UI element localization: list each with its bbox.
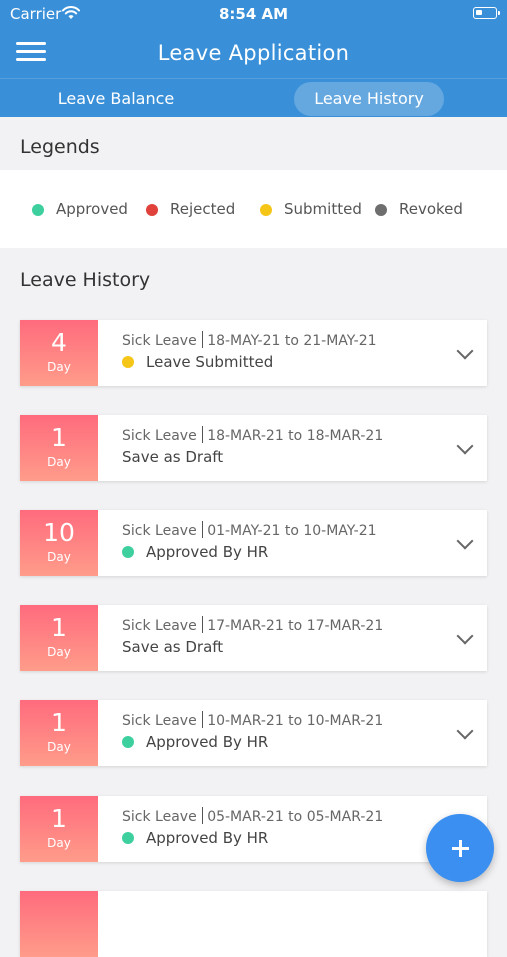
nav-bar: Leave Application	[0, 28, 507, 78]
tab-leave-history[interactable]: Leave History	[294, 82, 444, 116]
tab-bar: Leave Balance Leave History	[0, 78, 507, 117]
leave-status: Approved By HR	[122, 829, 268, 847]
days-count: 1	[51, 613, 67, 642]
tab-leave-balance[interactable]: Leave Balance	[20, 82, 212, 116]
days-unit: Day	[47, 836, 71, 850]
leave-card[interactable]: 4 Day Sick Leave 18-MAY-21 to 21-MAY-21 L…	[20, 320, 487, 386]
days-unit: Day	[47, 360, 71, 374]
leave-dates: 18-MAY-21 to 21-MAY-21	[207, 333, 377, 349]
status-dot-icon	[375, 204, 387, 216]
leave-details: Sick Leave 17-MAR-21 to 17-MAR-21	[122, 616, 383, 634]
days-count: 1	[51, 804, 67, 833]
leave-card-partial[interactable]	[20, 891, 487, 957]
leave-card[interactable]: 1 Day Sick Leave 17-MAR-21 to 17-MAR-21 S…	[20, 605, 487, 671]
leave-card[interactable]: 1 Day Sick Leave 18-MAR-21 to 18-MAR-21 S…	[20, 415, 487, 481]
days-unit: Day	[47, 550, 71, 564]
leave-history-heading: Leave History	[20, 269, 151, 291]
chevron-down-icon[interactable]	[456, 342, 474, 360]
leave-status: Approved By HR	[122, 543, 268, 561]
chevron-down-icon[interactable]	[456, 627, 474, 645]
leave-details: Sick Leave 01-MAY-21 to 10-MAY-21	[122, 521, 377, 539]
status-text: Leave Submitted	[146, 353, 274, 371]
page-title: Leave Application	[157, 41, 350, 65]
days-badge: 4 Day	[20, 320, 98, 386]
leave-card[interactable]: 1 Day Sick Leave 10-MAR-21 to 10-MAR-21 A…	[20, 700, 487, 766]
chevron-down-icon[interactable]	[456, 722, 474, 740]
days-badge: 1 Day	[20, 700, 98, 766]
leave-details: Sick Leave 18-MAR-21 to 18-MAR-21	[122, 426, 383, 444]
days-badge: 1 Day	[20, 796, 98, 862]
days-count: 1	[51, 708, 67, 737]
days-count: 10	[43, 518, 75, 547]
chevron-down-icon[interactable]	[456, 437, 474, 455]
battery-icon	[473, 7, 500, 19]
days-count: 1	[51, 423, 67, 452]
days-unit: Day	[47, 740, 71, 754]
leave-card[interactable]: 1 Day Sick Leave 05-MAR-21 to 05-MAR-21 A…	[20, 796, 487, 862]
leave-details: Sick Leave 18-MAY-21 to 21-MAY-21	[122, 331, 377, 349]
status-text: Save as Draft	[122, 638, 224, 656]
status-text: Approved By HR	[146, 829, 269, 847]
leave-details: Sick Leave 10-MAR-21 to 10-MAR-21	[122, 711, 383, 729]
leave-card[interactable]: 10 Day Sick Leave 01-MAY-21 to 10-MAY-21 …	[20, 510, 487, 576]
days-badge	[20, 891, 98, 957]
status-bar: Carrier 8:54 AM	[0, 0, 507, 28]
days-badge: 1 Day	[20, 415, 98, 481]
status-dot-icon	[32, 204, 44, 216]
days-badge: 1 Day	[20, 605, 98, 671]
leave-type: Sick Leave	[122, 523, 197, 539]
status-dot-icon	[122, 832, 134, 844]
status-dot-icon	[260, 204, 272, 216]
leave-dates: 10-MAR-21 to 10-MAR-21	[207, 713, 384, 729]
leave-status: Save as Draft	[122, 638, 223, 656]
days-unit: Day	[47, 455, 71, 469]
status-dot-icon	[122, 736, 134, 748]
leave-details: Sick Leave 05-MAR-21 to 05-MAR-21	[122, 807, 383, 825]
legends-heading: Legends	[20, 136, 100, 158]
leave-type: Sick Leave	[122, 809, 197, 825]
leave-dates: 05-MAR-21 to 05-MAR-21	[207, 809, 384, 825]
days-unit: Day	[47, 645, 71, 659]
leave-status: Save as Draft	[122, 448, 223, 466]
days-count: 4	[51, 328, 67, 357]
add-leave-button[interactable]	[426, 814, 494, 882]
leave-type: Sick Leave	[122, 713, 197, 729]
status-dot-icon	[146, 204, 158, 216]
leave-type: Sick Leave	[122, 333, 197, 349]
leave-type: Sick Leave	[122, 428, 197, 444]
clock: 8:54 AM	[218, 5, 289, 23]
days-badge: 10 Day	[20, 510, 98, 576]
leave-dates: 17-MAR-21 to 17-MAR-21	[207, 618, 384, 634]
leave-status: Approved By HR	[122, 733, 268, 751]
leave-type: Sick Leave	[122, 618, 197, 634]
status-dot-icon	[122, 546, 134, 558]
leave-status: Leave Submitted	[122, 353, 273, 371]
leave-dates: 18-MAR-21 to 18-MAR-21	[207, 428, 384, 444]
leave-dates: 01-MAY-21 to 10-MAY-21	[207, 523, 377, 539]
status-text: Approved By HR	[146, 733, 269, 751]
chevron-down-icon[interactable]	[456, 532, 474, 550]
status-dot-icon	[122, 356, 134, 368]
legends-panel: Approved Rejected Submitted Revoked	[0, 170, 507, 248]
status-text: Save as Draft	[122, 448, 224, 466]
status-text: Approved By HR	[146, 543, 269, 561]
